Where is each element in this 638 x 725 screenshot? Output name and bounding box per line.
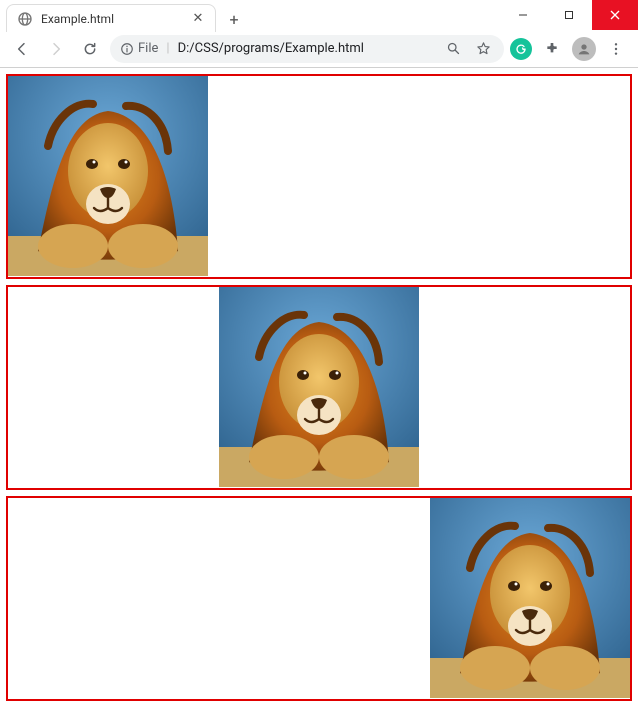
info-icon[interactable]: File [120, 41, 158, 56]
file-label: File [138, 41, 158, 56]
lion-image [219, 287, 419, 487]
profile-avatar-icon[interactable] [572, 37, 596, 61]
new-tab-button[interactable]: + [222, 7, 246, 31]
browser-window: Example.html ✕ + [0, 0, 638, 725]
browser-tab[interactable]: Example.html ✕ [6, 4, 216, 32]
kebab-menu-icon[interactable] [602, 35, 630, 63]
grammarly-extension-icon[interactable] [510, 38, 532, 60]
tab-strip: Example.html ✕ + [0, 0, 500, 30]
minimize-button[interactable] [500, 0, 546, 30]
back-button[interactable] [8, 35, 36, 63]
page-content [0, 68, 638, 725]
omnibox-separator: | [166, 41, 169, 56]
window-controls [500, 0, 638, 30]
omnibox[interactable]: File | D:/CSS/programs/Example.html [110, 35, 504, 63]
globe-icon [17, 11, 33, 27]
maximize-button[interactable] [546, 0, 592, 30]
tab-title: Example.html [41, 12, 183, 26]
lion-image [430, 498, 630, 698]
titlebar: Example.html ✕ + [0, 0, 638, 30]
forward-button[interactable] [42, 35, 70, 63]
zoom-icon[interactable] [442, 38, 464, 60]
tab-close-icon[interactable]: ✕ [191, 12, 205, 26]
demo-box-2 [6, 285, 632, 490]
extensions-icon[interactable] [538, 35, 566, 63]
window-close-button[interactable] [592, 0, 638, 30]
demo-box-1 [6, 74, 632, 279]
bookmark-star-icon[interactable] [472, 38, 494, 60]
reload-button[interactable] [76, 35, 104, 63]
demo-box-3 [6, 496, 632, 701]
lion-image [8, 76, 208, 276]
url-text: D:/CSS/programs/Example.html [178, 41, 434, 56]
toolbar: File | D:/CSS/programs/Example.html [0, 30, 638, 68]
